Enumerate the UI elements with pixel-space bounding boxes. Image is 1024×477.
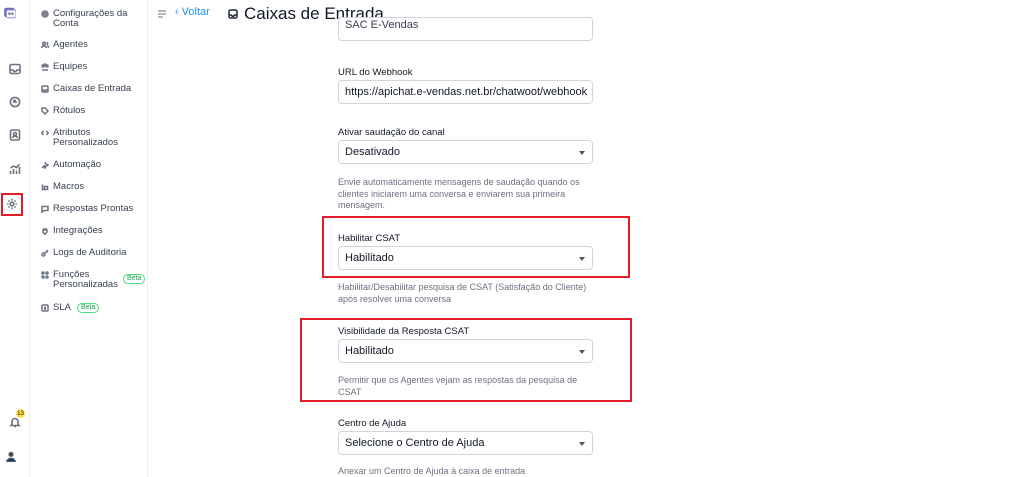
beta-badge: Beta: [123, 274, 146, 284]
back-button[interactable]: ‹ Voltar: [175, 6, 210, 18]
csat-help: Habilitar/Desabilitar pesquisa de CSAT (…: [338, 282, 587, 304]
webhook-label: URL do Webhook: [338, 67, 413, 78]
sidebar-item-agentes[interactable]: Agentes: [41, 40, 88, 50]
csat-visibility-highlight-box: [300, 318, 632, 402]
contacts-icon[interactable]: [7, 127, 23, 143]
settings-icon[interactable]: [4, 196, 20, 212]
back-label: Voltar: [181, 6, 210, 18]
greeting-label: Ativar saudação do canal: [338, 127, 445, 138]
sidebar-item-caixas-de-entrada[interactable]: Caixas de Entrada: [41, 84, 131, 94]
sidebar-item-sla[interactable]: SLA Beta: [41, 302, 100, 313]
inbox-icon: [41, 85, 49, 93]
sidebar-item-label: Macros: [53, 181, 85, 192]
plug-icon: [42, 228, 48, 235]
icon-rail: 13: [0, 0, 30, 477]
webhook-url-input[interactable]: https://apichat.e-vendas.net.br/chatwoot…: [338, 80, 593, 104]
sidebar-item-integracoes[interactable]: Integrações: [41, 226, 103, 236]
csat-highlight-box: [322, 216, 630, 278]
settings-sidebar: Configurações da Conta Agentes Equipes C…: [31, 0, 148, 477]
sidebar-item-label: Equipes: [53, 61, 88, 72]
automation-icon: [41, 161, 49, 169]
settings-icon: [41, 10, 49, 18]
sidebar-item-label: Integrações: [53, 225, 103, 236]
conversations-icon[interactable]: [7, 94, 23, 110]
logo-icon[interactable]: [4, 6, 24, 24]
inbox-icon[interactable]: [7, 61, 23, 77]
sidebar-item-configuracoes[interactable]: Configurações da Conta: [41, 9, 133, 29]
help-center-label: Centro de Ajuda: [338, 418, 407, 429]
code-icon: [41, 130, 49, 136]
sidebar-item-equipes[interactable]: Equipes: [41, 62, 87, 72]
sidebar-item-atributos[interactable]: Atributos Personalizados: [41, 128, 125, 148]
help-center-select[interactable]: Selecione o Centro de Ajuda: [338, 431, 593, 455]
sidebar-item-label: Funções Personalizadas: [53, 269, 118, 290]
inbox-icon: [228, 9, 238, 19]
sidebar-item-automacao[interactable]: Automação: [41, 160, 101, 170]
sidebar-item-label: Rótulos: [53, 105, 86, 116]
help-center-help: Anexar um Centro de Ajuda à caixa de ent…: [338, 466, 526, 476]
beta-badge: Beta: [76, 303, 100, 313]
chevron-left-icon: ‹: [175, 6, 179, 18]
agents-icon: [41, 41, 49, 49]
reports-icon[interactable]: [7, 161, 23, 177]
roles-icon: [41, 271, 49, 279]
sidebar-item-funcoes-personalizadas[interactable]: Funções Personalizadas Beta: [41, 269, 146, 290]
sidebar-item-label: Caixas de Entrada: [53, 83, 132, 94]
sidebar-item-logs-de-auditoria[interactable]: Logs de Auditoria: [41, 248, 126, 258]
key-icon: [41, 249, 49, 257]
notification-badge: 13: [16, 409, 25, 418]
chat-icon: [41, 205, 49, 213]
inbox-name-input[interactable]: SAC E-Vendas: [338, 17, 593, 41]
sidebar-item-label: Agentes: [53, 39, 88, 50]
greeting-help: Envie automaticamente mensagens de sauda…: [338, 177, 580, 210]
sla-icon: [41, 304, 49, 312]
sidebar-item-label: Atributos Personalizados: [53, 127, 118, 148]
greeting-select[interactable]: Desativado: [338, 140, 593, 164]
sidebar-item-label: SLA: [53, 302, 71, 313]
sidebar-item-macros[interactable]: Macros: [41, 182, 84, 192]
menu-icon[interactable]: [158, 10, 166, 18]
sidebar-item-label: Configurações da Conta: [53, 8, 128, 29]
sidebar-item-label: Logs de Auditoria: [53, 247, 127, 258]
avatar[interactable]: [5, 449, 23, 467]
teams-icon: [41, 63, 49, 71]
sidebar-item-label: Automação: [53, 159, 102, 170]
tag-icon: [41, 107, 49, 115]
sidebar-item-label: Respostas Prontas: [53, 203, 134, 214]
sidebar-item-respostas-prontas[interactable]: Respostas Prontas: [41, 204, 133, 214]
sidebar-item-rotulos[interactable]: Rótulos: [41, 106, 85, 116]
macros-icon: [41, 184, 49, 191]
